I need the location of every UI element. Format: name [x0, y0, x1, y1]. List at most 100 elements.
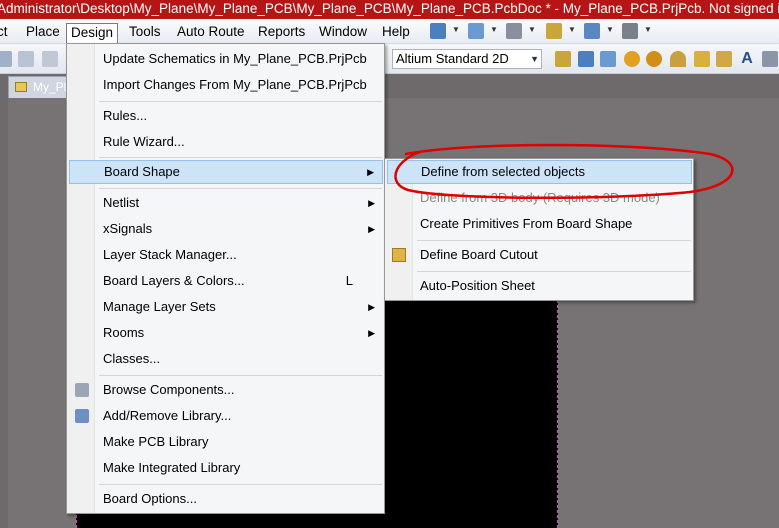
menu-item-label: Rules...	[103, 108, 148, 123]
submenu-arrow-icon: ▶	[367, 167, 374, 177]
menu-add-remove-library[interactable]: Add/Remove Library...	[69, 404, 383, 428]
menu-make-integrated-library[interactable]: Make Integrated Library	[69, 456, 383, 480]
menu-window[interactable]: Window	[315, 23, 371, 43]
menu-rules[interactable]: Rules...	[69, 104, 383, 128]
chevron-down-icon[interactable]: ▼	[490, 22, 498, 38]
submenu-define-from-selected-objects[interactable]: Define from selected objects	[387, 160, 692, 184]
align-icon[interactable]	[468, 23, 484, 39]
menu-item-label: Update Schematics in My_Plane_PCB.PrjPcb	[103, 51, 367, 66]
menu-item-label: Browse Components...	[103, 382, 235, 397]
menu-auto-route[interactable]: Auto Route	[173, 23, 249, 43]
zoom-icon[interactable]	[18, 51, 34, 67]
menu-item-label: xSignals	[103, 221, 153, 236]
menu-item-label: Netlist	[103, 195, 140, 210]
window-title: Administrator\Desktop\My_Plane\My_Plane_…	[0, 1, 779, 16]
submenu-arrow-icon: ▶	[368, 328, 375, 338]
dimension-icon[interactable]	[546, 23, 562, 39]
chevron-down-icon[interactable]: ▼	[644, 22, 652, 38]
menu-separator	[99, 484, 382, 485]
board-cutout-icon	[392, 248, 406, 262]
submenu-item-label: Define Board Cutout	[420, 247, 538, 262]
polygon-icon[interactable]	[716, 51, 732, 67]
submenu-define-board-cutout[interactable]: Define Board Cutout	[387, 243, 692, 267]
menu-help[interactable]: Help	[378, 23, 414, 43]
menu-item-label: Rooms	[103, 325, 145, 340]
view-mode-value: Altium Standard 2D	[396, 51, 509, 66]
menu-board-shape[interactable]: Board Shape ▶	[69, 160, 383, 184]
pcb-document-icon	[15, 82, 27, 92]
fill-icon[interactable]	[694, 51, 710, 67]
chevron-down-icon[interactable]: ▼	[606, 22, 614, 38]
menu-place[interactable]: Place	[22, 23, 64, 43]
component-icon[interactable]	[762, 51, 778, 67]
select-icon[interactable]	[42, 51, 58, 67]
menu-browse-components[interactable]: Browse Components...	[69, 378, 383, 402]
chevron-down-icon[interactable]: ▼	[528, 22, 536, 38]
multi-route-icon[interactable]	[600, 51, 616, 67]
open-icon[interactable]	[0, 51, 12, 67]
menu-separator	[99, 101, 382, 102]
menu-separator	[417, 240, 691, 241]
menu-layer-stack-manager[interactable]: Layer Stack Manager...	[69, 243, 383, 267]
room-icon[interactable]	[584, 23, 600, 39]
menu-item-label: Classes...	[103, 351, 161, 366]
menu-item-label: Board Layers & Colors...	[103, 273, 245, 288]
menu-item-label: Make Integrated Library	[103, 460, 241, 475]
menu-item-label: Import Changes From My_Plane_PCB.PrjPcb	[103, 77, 367, 92]
menu-item-label: Add/Remove Library...	[103, 408, 232, 423]
menu-xsignals[interactable]: xSignals ▶	[69, 217, 383, 241]
menu-separator	[99, 157, 382, 158]
menu-bar: ct Place Design Tools Auto Route Reports…	[0, 19, 779, 44]
view-mode-select[interactable]: Altium Standard 2D ▼	[392, 49, 542, 69]
menu-classes[interactable]: Classes...	[69, 347, 383, 371]
menu-tools[interactable]: Tools	[125, 23, 165, 43]
submenu-define-from-3d-body: Define from 3D body (Requires 3D mode)	[387, 186, 692, 210]
menu-design[interactable]: Design	[66, 23, 119, 43]
via-icon[interactable]	[646, 51, 662, 67]
differential-pair-icon[interactable]	[578, 51, 594, 67]
menu-separator	[417, 271, 691, 272]
menu-separator	[99, 188, 382, 189]
submenu-arrow-icon: ▶	[368, 198, 375, 208]
submenu-arrow-icon: ▶	[368, 224, 375, 234]
menu-shortcut: L	[345, 273, 353, 288]
string-icon[interactable]: A	[739, 51, 755, 67]
menu-manage-layer-sets[interactable]: Manage Layer Sets ▶	[69, 295, 383, 319]
menu-item-label: Rule Wizard...	[103, 134, 185, 149]
menu-reports[interactable]: Reports	[254, 23, 309, 43]
menu-board-layers-colors[interactable]: Board Layers & Colors... L	[69, 269, 383, 293]
board-shape-submenu: Define from selected objects Define from…	[384, 158, 694, 301]
submenu-item-label: Create Primitives From Board Shape	[420, 216, 633, 231]
submenu-arrow-icon: ▶	[368, 302, 375, 312]
submenu-auto-position-sheet[interactable]: Auto-Position Sheet	[387, 274, 692, 298]
menu-make-pcb-library[interactable]: Make PCB Library	[69, 430, 383, 454]
components-icon	[75, 383, 89, 397]
interactive-routing-icon[interactable]	[430, 23, 446, 39]
menu-netlist[interactable]: Netlist ▶	[69, 191, 383, 215]
menu-rooms[interactable]: Rooms ▶	[69, 321, 383, 345]
menu-rule-wizard[interactable]: Rule Wizard...	[69, 130, 383, 154]
text-icon[interactable]	[506, 23, 522, 39]
design-menu: Update Schematics in My_Plane_PCB.PrjPcb…	[66, 43, 385, 514]
chevron-down-icon[interactable]: ▼	[452, 22, 460, 38]
menu-separator	[99, 375, 382, 376]
library-icon	[75, 409, 89, 423]
menu-import-changes[interactable]: Import Changes From My_Plane_PCB.PrjPcb	[69, 73, 383, 97]
arc-icon[interactable]	[670, 51, 686, 67]
menu-project[interactable]: ct	[0, 23, 12, 43]
chevron-down-icon: ▼	[530, 54, 539, 64]
route-icon[interactable]	[555, 51, 571, 67]
menu-item-label: Board Options...	[103, 491, 197, 506]
grid-icon[interactable]	[622, 23, 638, 39]
menu-update-schematics[interactable]: Update Schematics in My_Plane_PCB.PrjPcb	[69, 47, 383, 71]
submenu-item-label: Auto-Position Sheet	[420, 278, 535, 293]
menu-item-label: Make PCB Library	[103, 434, 209, 449]
menu-board-options[interactable]: Board Options...	[69, 487, 383, 511]
title-bar: Administrator\Desktop\My_Plane\My_Plane_…	[0, 0, 779, 19]
submenu-item-label: Define from selected objects	[421, 164, 586, 179]
menu-item-label: Layer Stack Manager...	[103, 247, 237, 262]
menu-item-label: Board Shape	[104, 164, 180, 179]
chevron-down-icon[interactable]: ▼	[568, 22, 576, 38]
pad-icon[interactable]	[624, 51, 640, 67]
submenu-create-primitives[interactable]: Create Primitives From Board Shape	[387, 212, 692, 236]
